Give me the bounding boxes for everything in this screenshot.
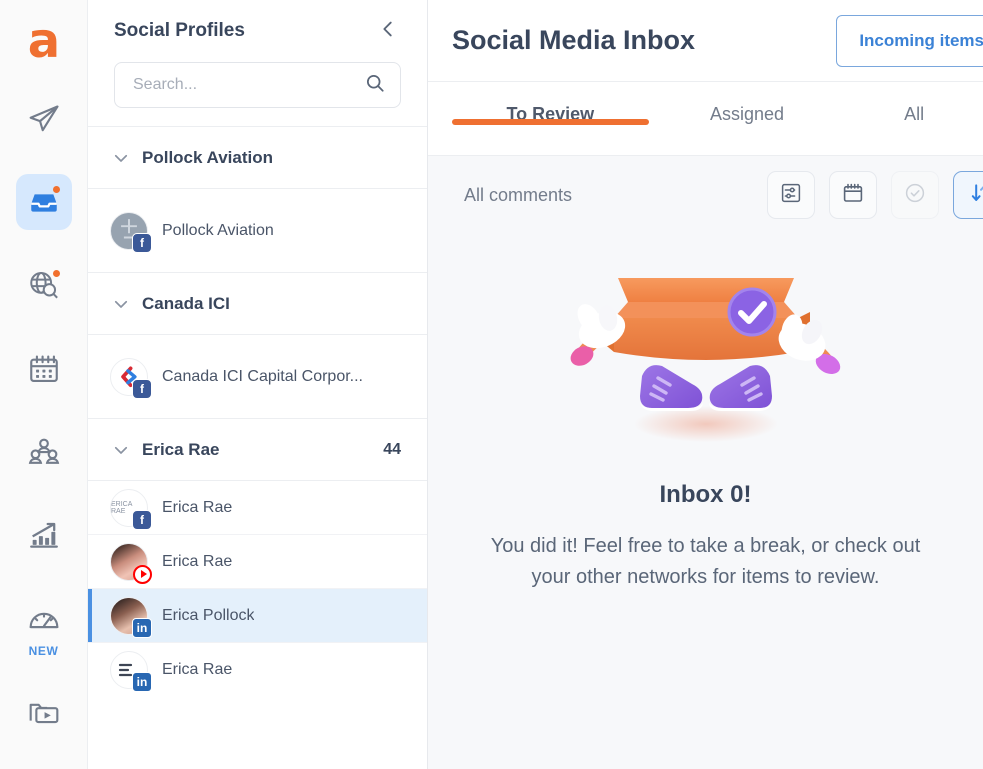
chevron-down-icon bbox=[110, 295, 132, 313]
calendar-icon bbox=[841, 181, 865, 210]
logo-letter: a bbox=[27, 12, 60, 69]
tab-to-review[interactable]: To Review bbox=[452, 82, 649, 125]
social-profiles-panel: Social Profiles Search... Pollock Aviati… bbox=[88, 0, 428, 769]
profile-name: Erica Pollock bbox=[162, 606, 255, 624]
nav-item-audience[interactable] bbox=[16, 424, 72, 479]
avatar: f bbox=[110, 211, 152, 253]
tab-label: Assigned bbox=[709, 104, 785, 124]
profile-list-item[interactable]: Erica Rae bbox=[88, 534, 427, 588]
profile-list-item[interactable]: f Pollock Aviation bbox=[88, 188, 427, 272]
active-tab-underline bbox=[452, 119, 649, 125]
search-box[interactable] bbox=[114, 62, 401, 108]
profile-name: Erica Rae bbox=[162, 498, 233, 516]
group-name: Canada ICI bbox=[142, 293, 230, 313]
date-range-button[interactable] bbox=[829, 171, 877, 219]
profile-group-header[interactable]: Pollock Aviation bbox=[88, 126, 427, 188]
inbox-toolbar: All comments bbox=[428, 156, 983, 234]
empty-state: Inbox 0! You did it! Feel free to take a… bbox=[428, 234, 983, 769]
bar-chart-icon bbox=[27, 518, 61, 552]
group-name: Pollock Aviation bbox=[142, 147, 273, 167]
inbox-zero-character-illustration bbox=[556, 256, 856, 471]
profile-name: Erica Rae bbox=[162, 660, 233, 678]
profile-name: Erica Rae bbox=[162, 552, 233, 570]
app-root: a NEW Social Profiles Search... Pollock … bbox=[0, 0, 983, 769]
profile-list-item[interactable]: ERICA RAE f Erica Rae bbox=[88, 480, 427, 534]
avatar: in bbox=[110, 596, 152, 638]
panel-title: Social Profiles bbox=[114, 20, 245, 41]
search-container bbox=[88, 56, 427, 126]
main-content: Social Media Inbox Incoming items To Rev… bbox=[428, 0, 983, 769]
profile-list-item[interactable]: in Erica Rae bbox=[88, 642, 427, 696]
facebook-badge-icon: f bbox=[132, 509, 152, 530]
profile-group-header[interactable]: Erica Rae 44 bbox=[88, 418, 427, 480]
chevron-down-icon bbox=[110, 441, 132, 459]
tab-label: All bbox=[904, 104, 925, 124]
nav-item-dashboard[interactable]: NEW bbox=[16, 591, 72, 658]
search-input[interactable] bbox=[133, 76, 364, 94]
youtube-badge-icon bbox=[133, 564, 152, 584]
left-nav-rail: a NEW bbox=[0, 0, 88, 769]
tab-all[interactable]: All bbox=[845, 82, 983, 125]
search-icon[interactable] bbox=[364, 72, 386, 99]
tab-assigned[interactable]: Assigned bbox=[649, 82, 846, 125]
empty-state-title: Inbox 0! bbox=[659, 481, 752, 508]
listening-notification-dot bbox=[50, 267, 62, 279]
avatar: f bbox=[110, 357, 152, 399]
page-title: Social Media Inbox bbox=[452, 25, 696, 55]
avatar: in bbox=[110, 650, 152, 692]
people-icon bbox=[27, 435, 61, 469]
collapse-panel-button[interactable] bbox=[375, 18, 401, 44]
profile-name: Pollock Aviation bbox=[162, 221, 274, 239]
facebook-badge-icon: f bbox=[132, 378, 152, 399]
profiles-list: Pollock Aviation f Pollock Aviation Cana… bbox=[88, 126, 427, 769]
speedometer-icon bbox=[27, 603, 61, 633]
nav-item-inbox[interactable] bbox=[15, 174, 72, 230]
chevron-down-icon bbox=[110, 149, 132, 167]
nav-item-media-library[interactable] bbox=[16, 686, 72, 741]
toolbar-buttons bbox=[767, 171, 983, 219]
calendar-icon bbox=[27, 352, 61, 386]
avatar: ERICA RAE f bbox=[110, 488, 152, 530]
profile-group-header[interactable]: Canada ICI bbox=[88, 272, 427, 334]
sliders-icon bbox=[779, 181, 803, 210]
chevron-left-icon bbox=[377, 18, 399, 45]
profile-list-item[interactable]: f Canada ICI Capital Corpor... bbox=[88, 334, 427, 418]
profile-name: Canada ICI Capital Corpor... bbox=[162, 367, 363, 385]
inbox-tabs: To Review Assigned All bbox=[428, 82, 983, 156]
nav-item-publishing[interactable] bbox=[16, 91, 72, 146]
profile-list-item-selected[interactable]: in Erica Pollock bbox=[88, 588, 427, 642]
sort-button[interactable] bbox=[953, 171, 983, 219]
inbox-notification-dot bbox=[50, 184, 62, 196]
nav-item-listening[interactable] bbox=[16, 258, 72, 313]
linkedin-badge-icon: in bbox=[132, 671, 152, 692]
linkedin-badge-icon: in bbox=[132, 617, 152, 638]
group-name: Erica Rae bbox=[142, 439, 220, 459]
facebook-badge-icon: f bbox=[132, 232, 152, 253]
main-header: Social Media Inbox Incoming items bbox=[428, 0, 983, 82]
nav-item-calendar[interactable] bbox=[16, 341, 72, 396]
empty-state-text: You did it! Feel free to take a break, o… bbox=[490, 535, 921, 588]
media-folder-icon bbox=[27, 696, 61, 730]
avatar bbox=[110, 542, 152, 584]
comments-filter-label: All comments bbox=[464, 184, 573, 205]
dashboard-new-badge: NEW bbox=[28, 643, 59, 658]
incoming-items-button[interactable]: Incoming items bbox=[836, 14, 983, 67]
paper-plane-icon bbox=[27, 102, 61, 136]
panel-header: Social Profiles bbox=[88, 0, 427, 56]
nav-item-reports[interactable] bbox=[16, 507, 72, 562]
filter-button[interactable] bbox=[767, 171, 815, 219]
review-status-button[interactable] bbox=[891, 171, 939, 219]
group-count: 44 bbox=[383, 440, 401, 458]
sort-arrows-icon bbox=[967, 180, 983, 211]
check-circle-icon bbox=[903, 181, 927, 210]
app-logo[interactable]: a bbox=[17, 14, 71, 67]
